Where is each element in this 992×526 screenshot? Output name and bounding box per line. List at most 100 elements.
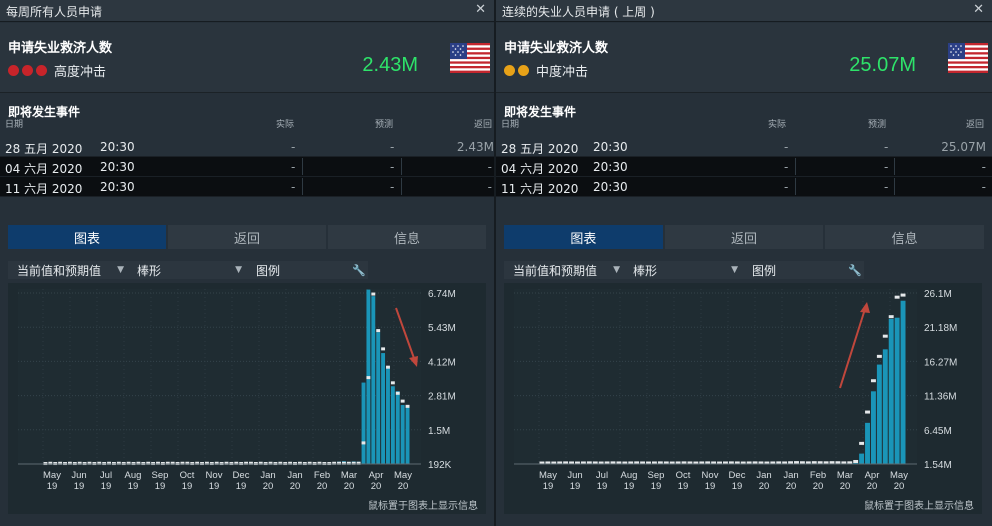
event-row[interactable]: 11 六月 2020 20:30 - - - — [0, 177, 494, 197]
forecast-marker — [894, 295, 900, 299]
bar — [894, 317, 900, 464]
bar-chart[interactable]: 26.1M 21.18M 16.27M 11.36M 6.45M 1.54M May 19 Ju… — [504, 283, 982, 514]
panel-title: 连续的失业人员申请 ( 上周 ) — [502, 5, 655, 19]
values-dropdown[interactable]: 当前值和预期值 ▼ — [504, 261, 626, 279]
bar — [400, 405, 405, 464]
x-tick-label: Jun — [567, 470, 582, 481]
forecast-marker — [395, 391, 400, 395]
x-tick-label: May — [43, 470, 61, 481]
chart-type-dropdown[interactable]: 棒形 ▼ — [130, 261, 248, 279]
chart-type-label: 棒形 — [137, 263, 162, 278]
x-tick-label: 20 — [398, 481, 409, 492]
legend-label: 图例 — [256, 263, 281, 278]
forecast-marker — [900, 293, 906, 297]
event-row[interactable]: 28 五月 2020 20:30 - - 2.43M — [0, 137, 494, 157]
x-tick-label: Feb — [810, 470, 826, 481]
x-tick-label: Dec — [233, 470, 250, 481]
x-tick-label: 19 — [101, 481, 112, 492]
forecast-marker — [865, 410, 870, 414]
x-tick-label: 19 — [651, 481, 662, 492]
col-actual: 实际 — [276, 120, 295, 130]
bar — [882, 349, 888, 464]
x-tick-label: Sep — [648, 470, 665, 481]
tab-chart[interactable]: 图表 — [8, 225, 166, 249]
event-time: 20:30 — [100, 140, 135, 154]
current-value: 2.43M — [362, 54, 418, 76]
chart-hint: 鼠标置于图表上显示信息 — [368, 501, 478, 512]
plot-area — [514, 289, 917, 464]
forecast-marker — [371, 292, 376, 296]
events-table-header: 日期 实际 预测 返回 — [0, 117, 494, 133]
col-date: 日期 — [5, 120, 24, 130]
chart-type-label: 棒形 — [633, 263, 658, 278]
x-tick-label: 19 — [236, 481, 247, 492]
y-tick-label: 6.45M — [924, 426, 952, 437]
bar-chart[interactable]: 6.74M 5.43M 4.12M 2.81M 1.5M 192K May 19 Jun 19 Ju… — [8, 283, 486, 514]
us-flag-icon — [450, 43, 490, 73]
x-tick-label: Oct — [180, 470, 195, 481]
event-forecast: - — [390, 160, 395, 174]
forecast-marker — [405, 404, 410, 408]
forecast-marker — [882, 334, 888, 338]
legend-toggle[interactable]: 图例 — [744, 261, 848, 279]
bar — [859, 453, 865, 464]
tab-previous[interactable]: 返回 — [168, 225, 326, 249]
event-previous: 25.07M — [941, 140, 986, 154]
chevron-down-icon: ▼ — [117, 265, 124, 275]
event-row[interactable]: 04 六月 2020 20:30 - - - — [0, 157, 494, 177]
tab-info[interactable]: 信息 — [825, 225, 985, 249]
event-forecast: - — [884, 160, 889, 174]
tab-previous[interactable]: 返回 — [664, 225, 824, 249]
chart-hint: 鼠标置于图表上显示信息 — [864, 501, 974, 512]
x-tick-label: Jun — [71, 470, 86, 481]
close-icon[interactable]: ✕ — [475, 2, 486, 17]
x-tick-label: 20 — [371, 481, 382, 492]
event-panel-initial-claims: 每周所有人员申请 ✕ 申请失业救济人数 高度冲击 2.43M 即将发生事件 日期 — [0, 0, 494, 526]
chevron-down-icon: ▼ — [731, 265, 738, 275]
wrench-icon[interactable]: 🔧 — [352, 264, 366, 277]
event-date: 04 六月 2020 — [5, 162, 83, 176]
event-forecast: - — [390, 180, 395, 194]
x-tick-label: 20 — [894, 481, 905, 492]
event-time: 20:30 — [593, 140, 628, 154]
event-row[interactable]: 28 五月 2020 20:30 - - 25.07M — [496, 137, 992, 157]
bar — [405, 405, 410, 464]
chart-toolbar: 当前值和预期值 ▼ 棒形 ▼ 图例 🔧 — [8, 261, 368, 279]
tab-chart[interactable]: 图表 — [504, 225, 663, 249]
forecast-marker — [888, 315, 894, 319]
x-tick-label: 19 — [209, 481, 220, 492]
tab-info[interactable]: 信息 — [328, 225, 486, 249]
event-date: 28 五月 2020 — [5, 142, 83, 156]
panel-title: 每周所有人员申请 — [6, 5, 103, 19]
values-dropdown[interactable]: 当前值和预期值 ▼ — [8, 261, 130, 279]
x-tick-label: May — [890, 470, 908, 481]
wrench-icon[interactable]: 🔧 — [848, 264, 862, 277]
x-tick-label: 20 — [344, 481, 355, 492]
event-time: 20:30 — [100, 160, 135, 174]
x-tick-label: 19 — [732, 481, 743, 492]
x-tick-label: 19 — [182, 481, 193, 492]
chart-type-dropdown[interactable]: 棒形 ▼ — [626, 261, 744, 279]
x-tick-label: Mar — [341, 470, 357, 481]
y-tick-label: 16.27M — [924, 357, 957, 368]
x-tick-label: Apr — [369, 470, 384, 481]
bar — [390, 386, 395, 464]
legend-toggle[interactable]: 图例 — [248, 261, 352, 279]
x-tick-label: 19 — [624, 481, 635, 492]
col-forecast: 预测 — [868, 120, 887, 130]
impact-dot — [36, 64, 47, 76]
y-tick-label: 1.5M — [428, 426, 450, 437]
x-tick-label: 19 — [678, 481, 689, 492]
col-previous: 返回 — [474, 120, 493, 130]
indicator-summary: 申请失业救济人数 高度冲击 2.43M — [0, 23, 494, 93]
bar — [386, 368, 390, 464]
close-icon[interactable]: ✕ — [973, 2, 984, 17]
event-forecast: - — [884, 180, 889, 194]
legend-label: 图例 — [752, 263, 777, 278]
bar — [395, 391, 400, 464]
event-row[interactable]: 11 六月 2020 20:30 - - - — [496, 177, 992, 197]
forecast-marker — [870, 379, 876, 383]
event-row[interactable]: 04 六月 2020 20:30 - - - — [496, 157, 992, 177]
y-tick-label: 2.81M — [428, 392, 456, 403]
event-date: 11 六月 2020 — [501, 182, 579, 196]
